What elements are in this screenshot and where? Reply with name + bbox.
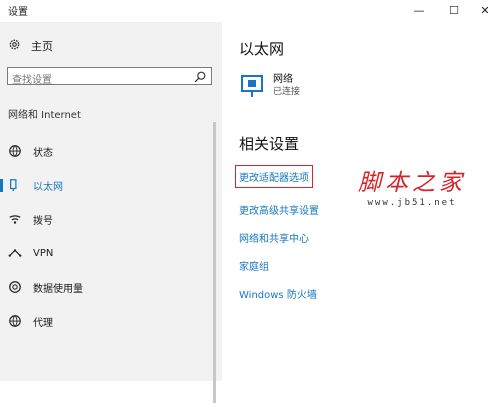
homegroup-link[interactable]: 家庭组 [239, 258, 319, 286]
globe-proxy-icon [7, 313, 23, 329]
sidebar-scrollbar[interactable] [213, 122, 216, 403]
settings-window: 设置 — ☐ ✕ 主页 网络和 Internet 状态 [0, 0, 499, 403]
sidebar-item-label: VPN [33, 247, 54, 259]
sidebar-item-label: 状态 [33, 147, 53, 159]
search-input[interactable] [8, 72, 192, 89]
network-sharing-center-link[interactable]: 网络和共享中心 [239, 230, 319, 258]
sidebar-item-data-usage[interactable]: 数据使用量 [0, 270, 212, 304]
search-box[interactable] [7, 67, 212, 89]
sidebar-item-ethernet[interactable]: 以太网 [0, 168, 212, 202]
related-settings-title: 相关设置 [239, 135, 300, 153]
sidebar-item-status[interactable]: 状态 [0, 134, 212, 168]
sidebar-item-label: 代理 [33, 317, 53, 329]
dialup-icon [7, 211, 23, 227]
minimize-button[interactable]: — [402, 0, 436, 20]
watermark-text: 脚本之家 [358, 170, 466, 196]
close-button[interactable]: ✕ [468, 0, 499, 20]
watermark-url: www.jb51.net [367, 198, 457, 208]
network-entry[interactable]: 网络 已连接 [241, 73, 300, 101]
globe-status-icon [7, 143, 23, 159]
section-label: 网络和 Internet [8, 110, 81, 121]
sidebar-nav: 状态 以太网 拨号 VPN 数据使用量 代理 [0, 134, 212, 338]
home-nav-item[interactable]: 主页 [8, 38, 53, 54]
window-title: 设置 [8, 7, 28, 18]
network-monitor-icon [241, 73, 263, 101]
sidebar-item-vpn[interactable]: VPN [0, 236, 212, 270]
gear-icon [8, 38, 21, 54]
sidebar-item-dialup[interactable]: 拨号 [0, 202, 212, 236]
sidebar-item-label: 数据使用量 [33, 283, 83, 295]
network-name: 网络 [273, 74, 293, 85]
ethernet-icon [7, 177, 23, 193]
page-title: 以太网 [239, 40, 285, 58]
advanced-sharing-link[interactable]: 更改高级共享设置 [239, 202, 319, 230]
sidebar-item-label: 以太网 [33, 181, 63, 193]
network-status: 已连接 [273, 87, 301, 97]
maximize-button[interactable]: ☐ [437, 0, 471, 20]
sidebar: 主页 网络和 Internet 状态 以太网 [0, 22, 222, 403]
windows-firewall-link[interactable]: Windows 防火墙 [239, 286, 319, 314]
change-adapter-options-link[interactable]: 更改适配器选项 [235, 165, 313, 188]
sidebar-item-proxy[interactable]: 代理 [0, 304, 212, 338]
search-icon[interactable] [193, 69, 207, 83]
data-usage-icon [7, 279, 23, 295]
watermark: 脚本之家 www.jb51.net [358, 163, 466, 208]
vpn-icon [7, 245, 23, 261]
sidebar-item-label: 拨号 [33, 215, 53, 227]
related-links: 更改适配器选项 更改高级共享设置 网络和共享中心 家庭组 Windows 防火墙 [235, 165, 319, 314]
home-label: 主页 [31, 40, 53, 53]
